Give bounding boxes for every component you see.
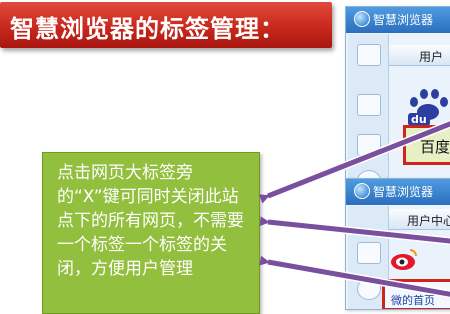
arrow-to-bottom-tab bbox=[259, 255, 450, 297]
arrow-to-middle bbox=[259, 216, 450, 244]
callout-arrows bbox=[258, 119, 450, 299]
